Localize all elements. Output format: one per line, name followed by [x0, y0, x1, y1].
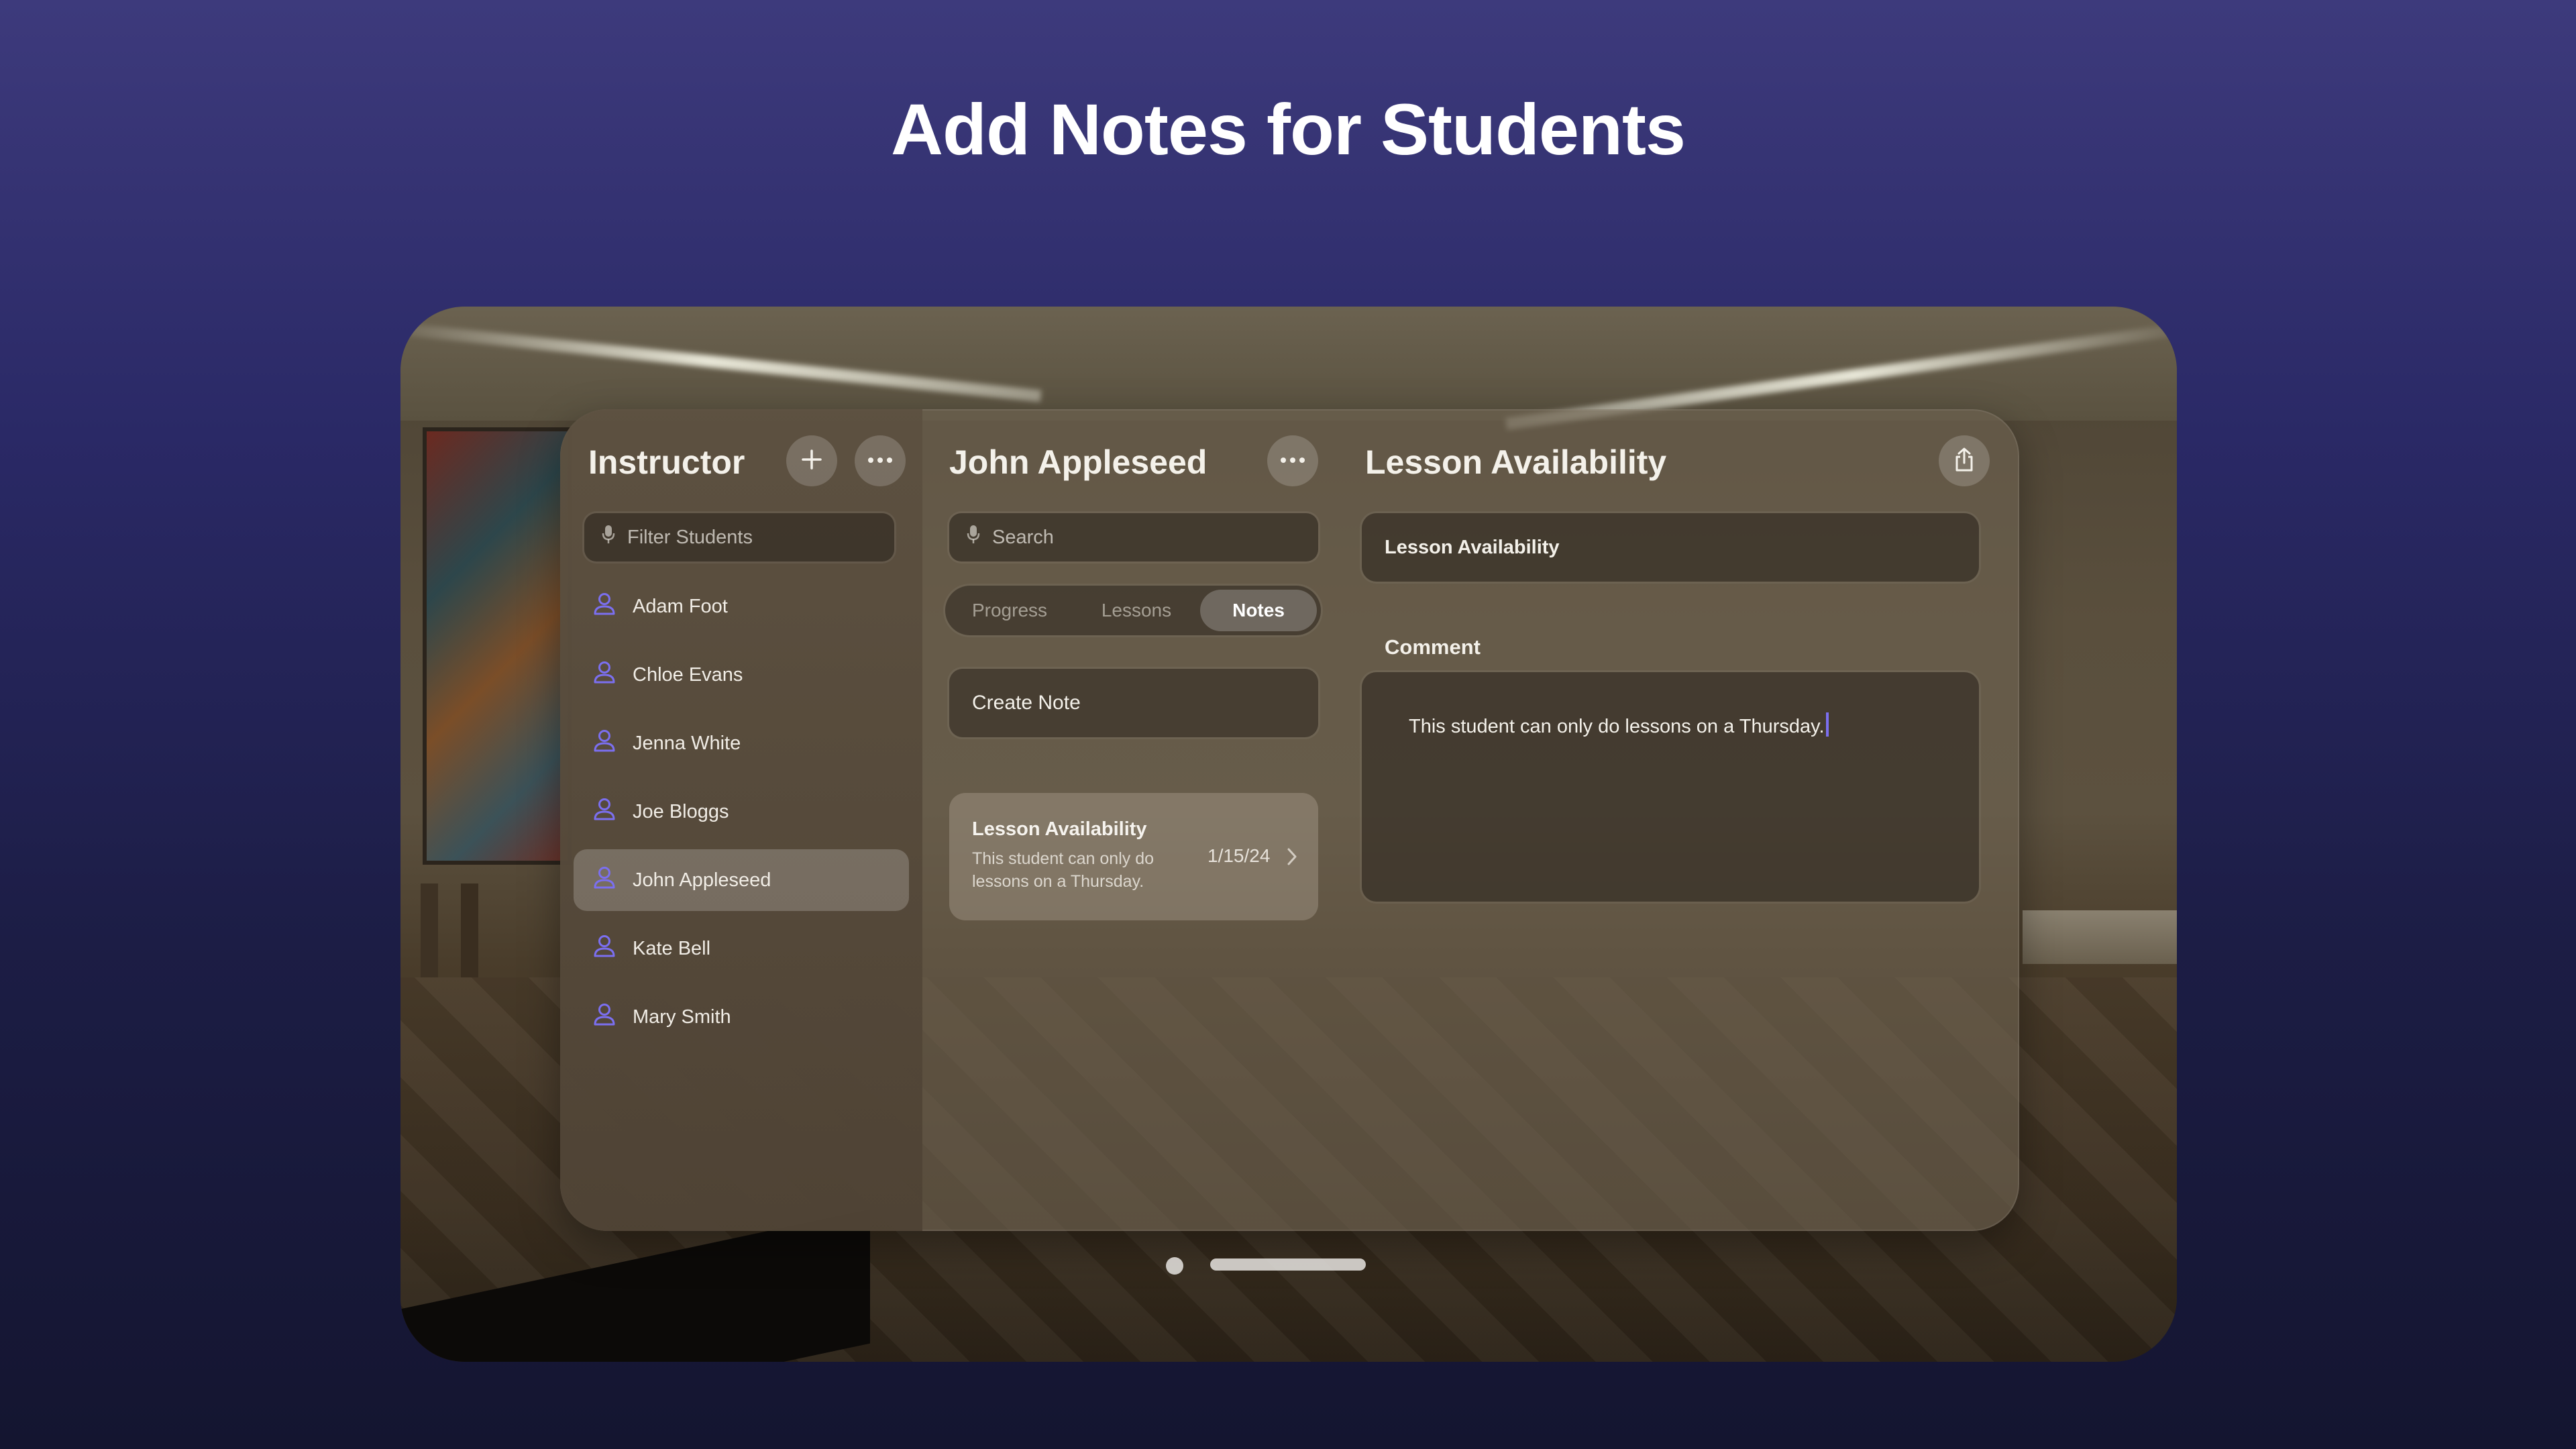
create-note-button[interactable]: Create Note	[949, 669, 1318, 737]
search-placeholder: Search	[992, 526, 1054, 548]
student-name: Kate Bell	[633, 937, 711, 959]
student-name: Mary Smith	[633, 1006, 731, 1028]
student-list-item[interactable]: Joe Bloggs	[574, 781, 909, 843]
student-list-item[interactable]: Mary Smith	[574, 986, 909, 1048]
person-icon	[594, 866, 615, 894]
student-name: Adam Foot	[633, 595, 728, 617]
bench	[2023, 910, 2177, 964]
share-button[interactable]	[1939, 435, 1990, 486]
ellipsis-icon	[867, 455, 893, 467]
comment-textarea[interactable]: This student can only do lessons on a Th…	[1362, 672, 1979, 902]
sidebar: Instructor Filter Students Adam Foot Chl…	[560, 409, 922, 1231]
note-title-value: Lesson Availability	[1385, 536, 1560, 558]
add-student-button[interactable]	[786, 435, 837, 486]
ellipsis-icon	[1280, 455, 1305, 467]
create-note-label: Create Note	[972, 692, 1081, 714]
sidebar-more-button[interactable]	[855, 435, 906, 486]
student-list-item[interactable]: Jenna White	[574, 712, 909, 774]
student-list-item-selected[interactable]: John Appleseed	[574, 849, 909, 911]
student-detail-column: John Appleseed Search Progress Lessons N…	[922, 409, 1342, 1231]
tab-progress[interactable]: Progress	[949, 590, 1070, 631]
text-cursor	[1825, 712, 1829, 737]
filter-students-placeholder: Filter Students	[627, 526, 753, 548]
student-more-button[interactable]	[1267, 435, 1318, 486]
person-icon	[594, 1003, 615, 1031]
comment-label: Comment	[1385, 635, 1481, 659]
comment-value: This student can only do lessons on a Th…	[1409, 716, 1825, 737]
person-icon	[594, 729, 615, 757]
student-list-item[interactable]: Adam Foot	[574, 576, 909, 637]
student-title: John Appleseed	[949, 443, 1208, 481]
sidebar-title: Instructor	[588, 443, 745, 481]
share-icon	[1953, 447, 1975, 476]
plus-icon	[800, 448, 823, 474]
note-title-field[interactable]: Lesson Availability	[1362, 513, 1979, 582]
student-name: Jenna White	[633, 732, 741, 754]
note-preview-line2: lessons on a Thursday.	[972, 872, 1144, 891]
tab-lessons[interactable]: Lessons	[1073, 590, 1200, 631]
student-list-item[interactable]: Chloe Evans	[574, 644, 909, 706]
person-icon	[594, 592, 615, 621]
wall-painting	[423, 427, 572, 865]
segmented-control: Progress Lessons Notes	[945, 586, 1321, 635]
page-headline: Add Notes for Students	[891, 89, 1686, 170]
comment-text: This student can only do lessons on a Th…	[1409, 712, 1829, 738]
note-date: 1/15/24	[1208, 845, 1271, 866]
note-title: Lesson Availability	[972, 818, 1147, 840]
filter-students-input[interactable]: Filter Students	[584, 513, 894, 561]
window-close-dot[interactable]	[1166, 1257, 1183, 1275]
person-icon	[594, 661, 615, 689]
student-name: Chloe Evans	[633, 663, 743, 686]
person-icon	[594, 798, 615, 826]
student-list-item[interactable]: Kate Bell	[574, 918, 909, 979]
chevron-right-icon	[1286, 847, 1298, 870]
note-detail-title: Lesson Availability	[1365, 443, 1667, 481]
app-window: Instructor Filter Students Adam Foot Chl…	[560, 409, 2019, 1231]
tab-notes[interactable]: Notes	[1200, 590, 1317, 631]
student-name: John Appleseed	[633, 869, 771, 891]
person-icon	[594, 934, 615, 963]
window-grab-bar[interactable]	[1210, 1258, 1366, 1271]
note-detail-column: Lesson Availability Lesson Availability …	[1342, 409, 2019, 1231]
notes-search-input[interactable]: Search	[949, 513, 1318, 561]
microphone-icon	[967, 525, 980, 550]
note-preview-line1: This student can only do	[972, 849, 1154, 868]
microphone-icon	[602, 525, 615, 550]
student-name: Joe Bloggs	[633, 800, 729, 822]
note-card[interactable]: Lesson Availability This student can onl…	[949, 793, 1318, 920]
